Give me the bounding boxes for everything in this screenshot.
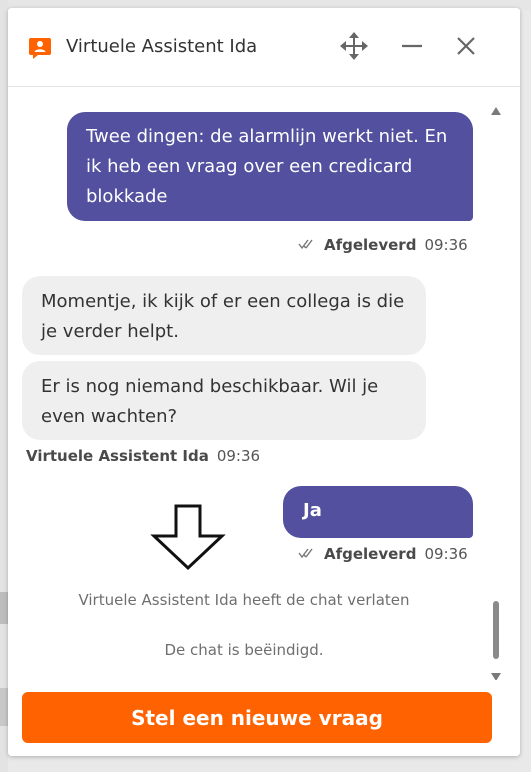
delivery-status: Afgeleverd [324, 236, 417, 254]
chat-ended-notice: De chat is beëindigd. [164, 641, 324, 659]
message-time: 09:36 [424, 236, 468, 254]
user-message: Ja [283, 486, 473, 538]
message-time: 09:36 [424, 545, 468, 563]
message-line: even wachten? [41, 406, 178, 427]
scroll-up-icon[interactable] [490, 101, 502, 120]
bot-message: Momentje, ik kijk of er een collega is d… [22, 276, 426, 355]
message-line: ik heb een vraag over een credicard [86, 156, 413, 177]
chat-header: Virtuele Assistent Ida [8, 8, 520, 87]
message-meta: Afgeleverd 09:36 [298, 236, 468, 254]
background-fragment [0, 688, 8, 726]
down-arrow-icon [148, 504, 228, 574]
message-meta: Virtuele Assistent Ida 09:36 [26, 447, 260, 465]
close-icon [454, 34, 478, 62]
minimize-button[interactable] [394, 30, 430, 66]
footer: Stel een nieuwe vraag [8, 680, 520, 756]
background-fragment [0, 592, 8, 624]
minimize-icon [400, 34, 424, 62]
assistant-icon [28, 36, 52, 60]
message-line: Er is nog niemand beschikbaar. Wil je [41, 376, 379, 397]
message-sender: Virtuele Assistent Ida [26, 447, 209, 465]
delivered-check-icon [298, 545, 318, 563]
message-line: Twee dingen: de alarmlijn werkt niet. En [86, 126, 448, 147]
move-button[interactable] [336, 30, 372, 66]
delivered-check-icon [298, 236, 318, 254]
page-background-left [0, 0, 8, 772]
message-line: je verder helpt. [41, 321, 179, 342]
scrollbar[interactable] [486, 95, 506, 681]
move-icon [339, 31, 369, 65]
assistant-name: Virtuele Assistent Ida [66, 36, 258, 57]
message-meta: Afgeleverd 09:36 [298, 545, 468, 563]
message-line: Momentje, ik kijk of er een collega is d… [41, 291, 405, 312]
message-line: blokkade [86, 186, 168, 207]
delivery-status: Afgeleverd [324, 545, 417, 563]
message-line: Ja [303, 500, 322, 521]
bot-message: Er is nog niemand beschikbaar. Wil je ev… [22, 361, 426, 440]
message-list[interactable]: Twee dingen: de alarmlijn werkt niet. En… [8, 87, 520, 681]
chat-window: Virtuele Assistent Ida Twee dingen: de a… [8, 8, 520, 756]
chat-left-notice: Virtuele Assistent Ida heeft de chat ver… [78, 591, 410, 609]
user-message: Twee dingen: de alarmlijn werkt niet. En… [67, 112, 473, 221]
message-time: 09:36 [216, 447, 261, 465]
new-question-button[interactable]: Stel een nieuwe vraag [22, 692, 492, 743]
close-button[interactable] [448, 30, 484, 66]
scrollbar-thumb[interactable] [493, 601, 499, 659]
